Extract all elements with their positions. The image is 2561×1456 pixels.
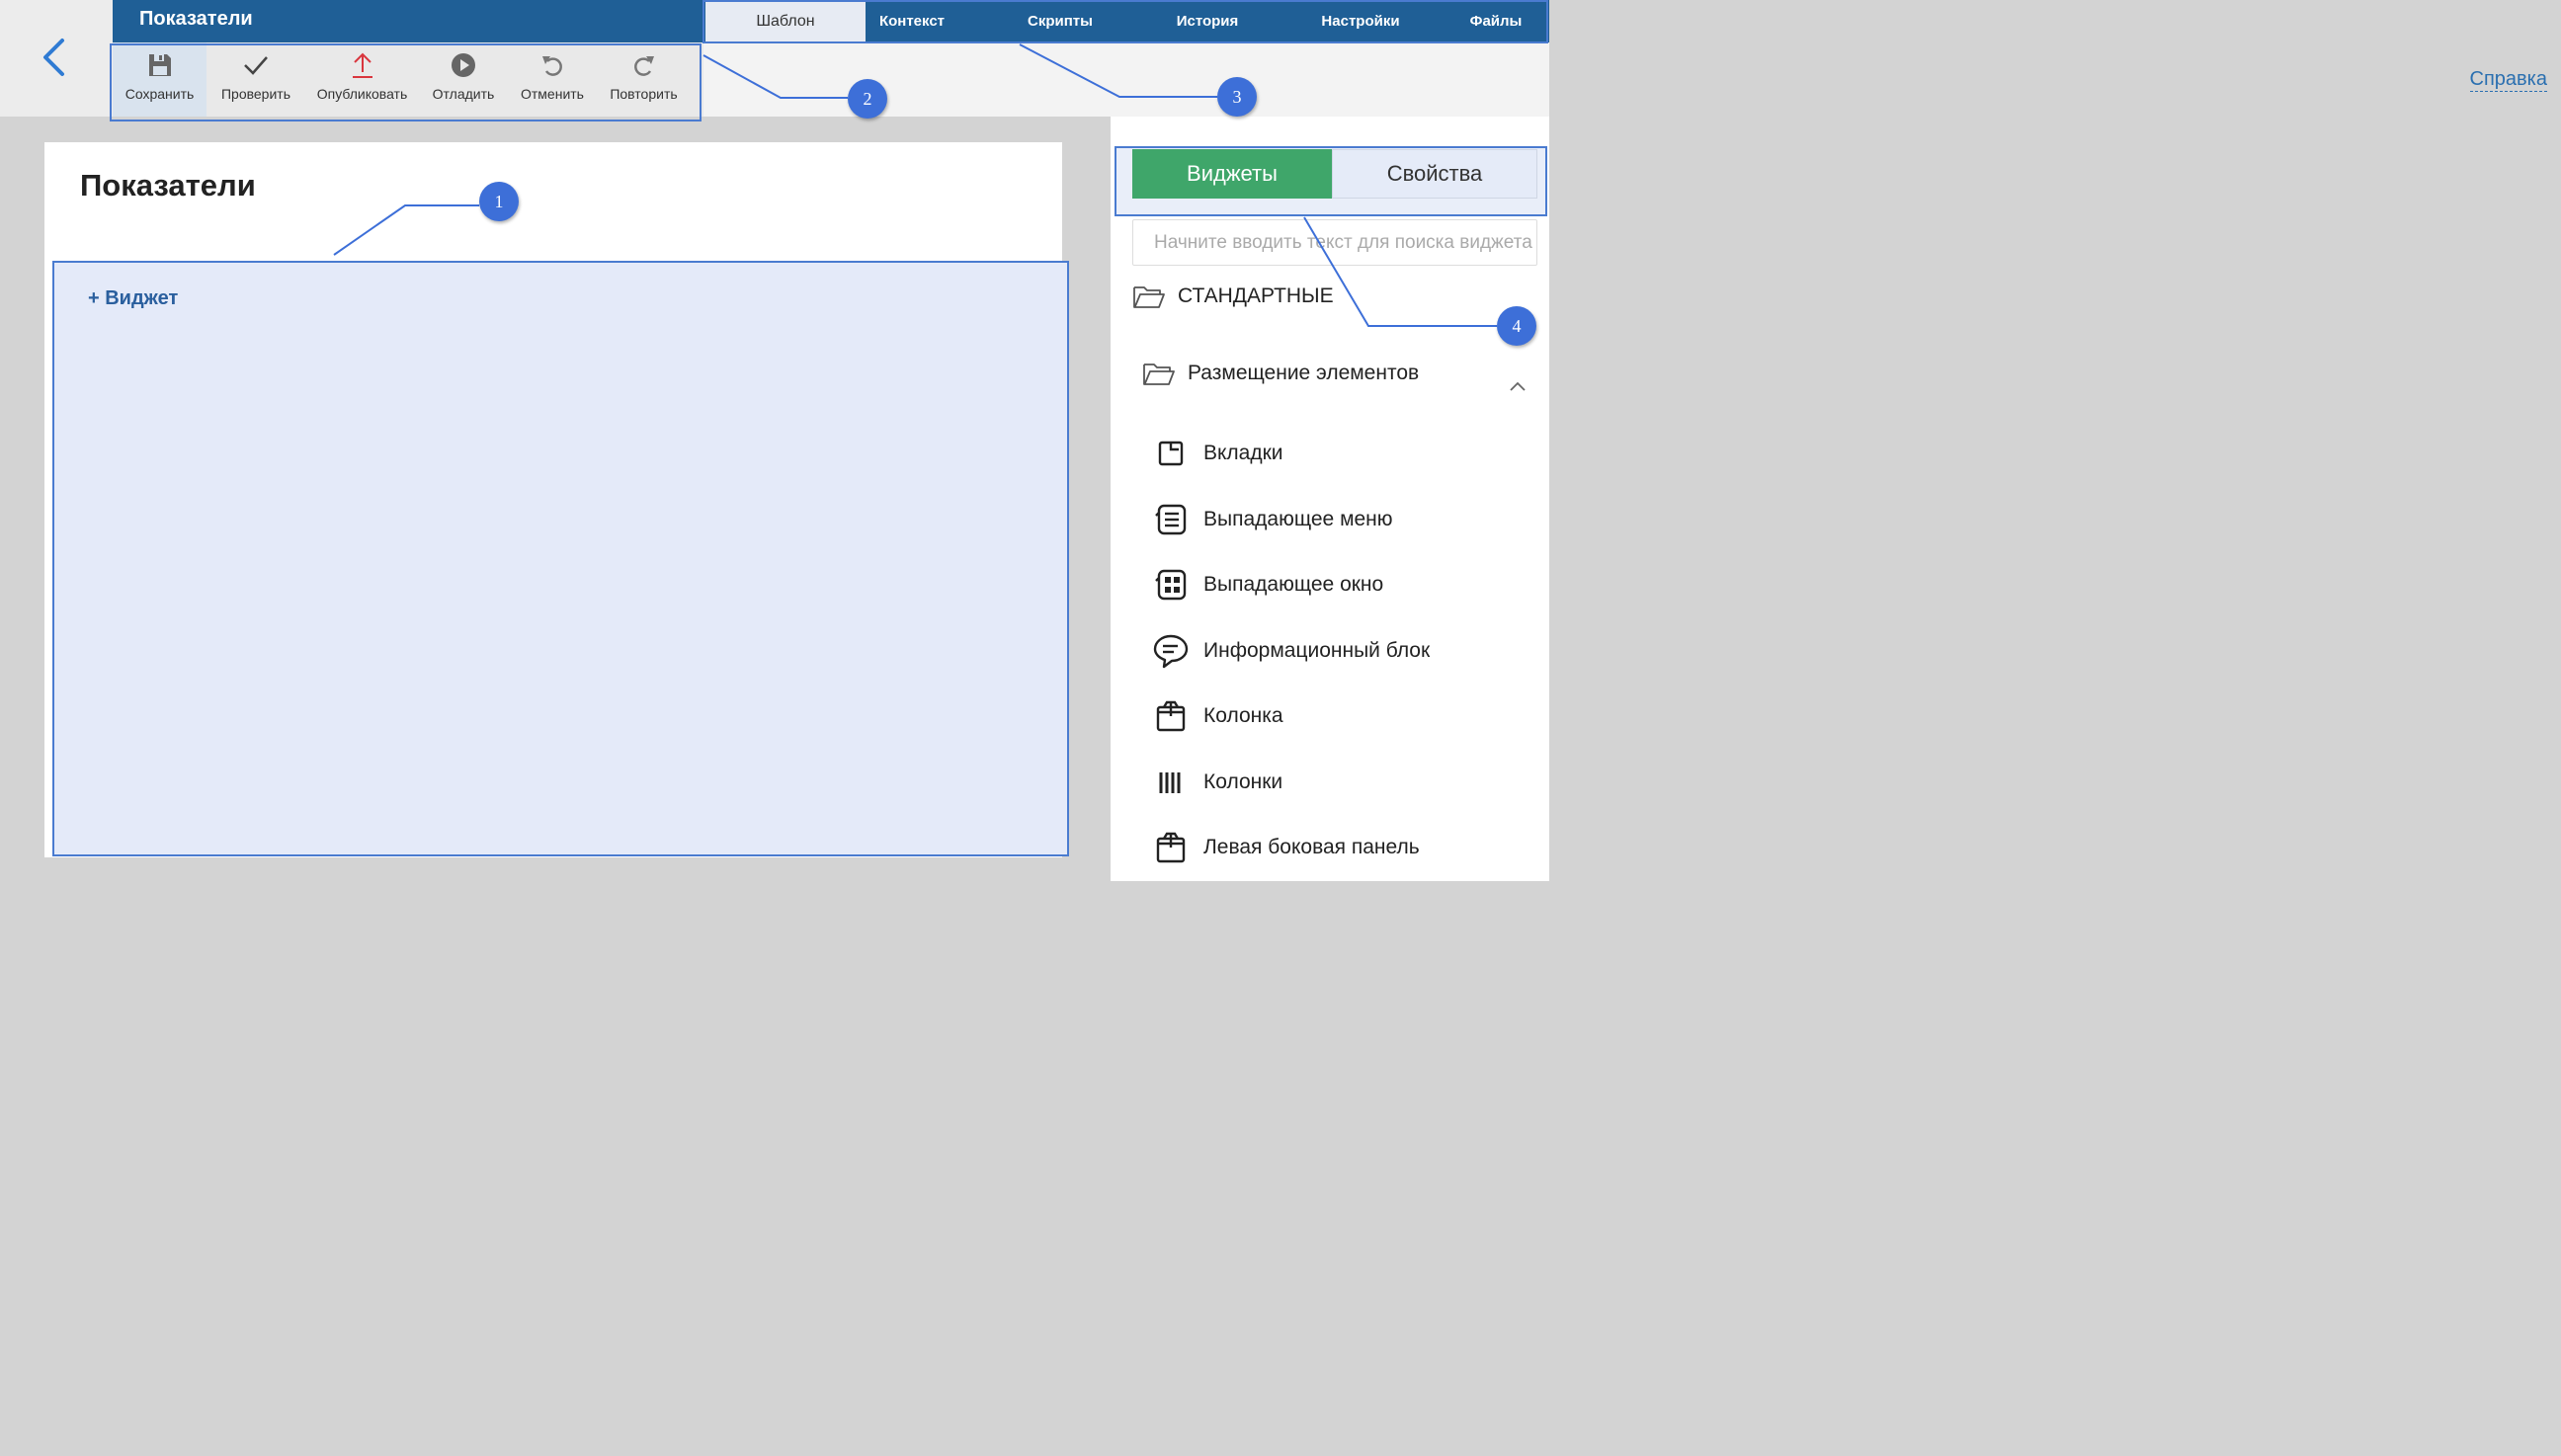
- subcategory-layout-label: Размещение элементов: [1188, 362, 1420, 384]
- category-standard[interactable]: СТАНДАРТНЫЕ: [1132, 283, 1334, 310]
- tab-settings[interactable]: Настройки: [1306, 0, 1415, 42]
- folder-open-icon: [1143, 364, 1175, 385]
- tab-history[interactable]: История: [1158, 0, 1257, 42]
- annotation-callout-4: 4: [1497, 306, 1536, 346]
- help-link[interactable]: Справка: [2469, 67, 2547, 92]
- info-block-icon: [1153, 634, 1189, 669]
- widget-dropzone[interactable]: [52, 261, 1069, 856]
- widget-item-label: Вкладки: [1203, 442, 1283, 464]
- widget-search-input[interactable]: [1132, 219, 1537, 266]
- back-button[interactable]: [36, 36, 75, 79]
- debug-button[interactable]: Отладить: [424, 42, 503, 117]
- widgets-tab-button[interactable]: Виджеты: [1132, 149, 1332, 199]
- widget-item-columns[interactable]: Колонки: [1150, 762, 1282, 803]
- annotation-callout-2: 2: [848, 79, 887, 119]
- publish-button[interactable]: Опубликовать: [310, 42, 414, 117]
- widget-item-label: Колонки: [1203, 770, 1283, 793]
- widget-item-info-block[interactable]: Информационный блок: [1150, 630, 1430, 672]
- widget-item-label: Информационный блок: [1203, 639, 1431, 662]
- debug-icon: [452, 53, 475, 77]
- check-button[interactable]: Проверить: [211, 42, 300, 117]
- dropdown-window-icon: [1155, 569, 1187, 601]
- properties-tab-button[interactable]: Свойства: [1332, 149, 1537, 199]
- widget-item-label: Выпадающее окно: [1203, 573, 1384, 596]
- tabs-bar: Шаблон Контекст Скрипты История Настройк…: [703, 0, 1549, 42]
- left-sidebar-icon: [1156, 832, 1186, 863]
- undo-icon: [542, 56, 562, 76]
- redo-icon: [633, 56, 654, 76]
- publish-button-label: Опубликовать: [316, 86, 408, 102]
- redo-button[interactable]: Повторить: [602, 42, 686, 117]
- widget-item-dropdown-window[interactable]: Выпадающее окно: [1150, 564, 1383, 606]
- widget-item-label: Выпадающее меню: [1203, 508, 1393, 530]
- column-icon: [1156, 700, 1186, 732]
- tabs-icon: [1158, 441, 1184, 466]
- debug-button-label: Отладить: [432, 86, 495, 102]
- undo-button-label: Отменить: [521, 86, 584, 102]
- publish-icon: [352, 52, 372, 78]
- annotation-callout-1: 1: [479, 182, 519, 221]
- category-standard-label: СТАНДАРТНЫЕ: [1178, 284, 1334, 307]
- save-icon: [148, 54, 171, 76]
- canvas-title: Показатели: [80, 168, 256, 202]
- widget-item-tabs[interactable]: Вкладки: [1150, 433, 1283, 474]
- chevron-left-icon: [43, 39, 64, 76]
- chevron-up-icon[interactable]: [1508, 379, 1528, 393]
- annotation-callout-3: 3: [1217, 77, 1257, 117]
- tab-files[interactable]: Файлы: [1454, 0, 1537, 42]
- tab-context[interactable]: Контекст: [866, 0, 958, 42]
- check-icon: [244, 56, 268, 75]
- widget-item-column[interactable]: Колонка: [1150, 695, 1283, 737]
- dropdown-menu-icon: [1155, 504, 1187, 535]
- tab-scripts[interactable]: Скрипты: [1010, 0, 1111, 42]
- header-right-area: [703, 42, 1549, 117]
- columns-icon: [1159, 772, 1181, 793]
- toolbar: Сохранить Проверить Опубликовать Отладит…: [113, 42, 705, 117]
- folder-open-icon: [1133, 286, 1165, 308]
- tab-template[interactable]: Шаблон: [705, 0, 866, 42]
- widget-item-dropdown-menu[interactable]: Выпадающее меню: [1150, 499, 1393, 540]
- widget-item-left-sidebar[interactable]: Левая боковая панель: [1150, 827, 1420, 868]
- undo-button[interactable]: Отменить: [513, 42, 592, 117]
- add-widget-button[interactable]: + Виджет: [88, 287, 178, 310]
- widget-item-label: Колонка: [1203, 704, 1283, 727]
- subcategory-layout[interactable]: Размещение элементов: [1142, 360, 1419, 387]
- redo-button-label: Повторить: [610, 86, 678, 102]
- save-button[interactable]: Сохранить: [113, 42, 207, 117]
- check-button-label: Проверить: [220, 86, 290, 102]
- widget-item-label: Левая боковая панель: [1203, 836, 1420, 858]
- save-button-label: Сохранить: [124, 86, 195, 102]
- page-title: Показатели: [139, 8, 253, 30]
